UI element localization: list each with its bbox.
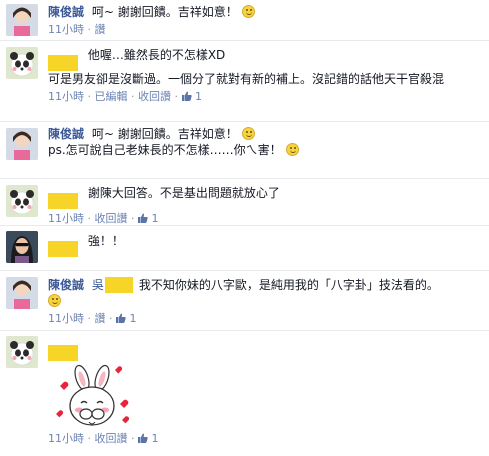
avatar[interactable] (6, 4, 38, 36)
commenter-name-redacted[interactable]: 吳 (48, 55, 78, 71)
comment-meta: 11小時 · 收回讚 · 1 (48, 212, 478, 226)
smile-emoji-icon (241, 5, 255, 18)
avatar[interactable] (6, 336, 38, 368)
timestamp-link[interactable]: 11小時 (48, 23, 84, 36)
thumbs-up-icon (138, 213, 148, 223)
grin-emoji-icon (285, 143, 299, 156)
comment-6: 陳俊誠 吳 我不知你妹的八字歐，是純用我的「八字卦」技法看的。 11小時 · 讚 … (0, 271, 489, 330)
avatar[interactable] (6, 185, 38, 217)
comment-text-line-2-wrap: ps.怎可說自己老妹長的不怎樣……你ㄟ害！ (48, 142, 478, 158)
avatar[interactable] (6, 47, 38, 79)
comment-meta: 11小時 · 讚 · 1 (48, 312, 478, 326)
meta-separator: · (87, 212, 92, 225)
commenter-name-redacted[interactable]: 吳 (48, 193, 78, 209)
comment-3: 陳俊誠 呵~ 謝謝回饋。吉祥如意！ ps.怎可說自己老妹長的不怎樣……你ㄟ害！ (0, 122, 489, 178)
unlike-link[interactable]: 收回讚 (95, 212, 128, 225)
meta-separator: · (87, 23, 92, 36)
thumbs-up-icon (116, 313, 126, 323)
rabbit-sticker-icon (56, 364, 130, 426)
meta-separator: · (87, 312, 92, 325)
comment-meta: 11小時 · 讚 (48, 23, 478, 37)
comment-2: 吳 他喔…雖然長的不怎樣XD 可是男友卻是沒斷過。一個分了就對有新的補上。沒記錯… (0, 41, 489, 121)
comment-text: 強！！ (87, 234, 124, 248)
comment-text-line-2: 可是男友卻是沒斷過。一個分了就對有新的補上。沒記錯的話他天干官殺混 (48, 72, 445, 86)
meta-separator: · (87, 90, 92, 103)
timestamp-link[interactable]: 11小時 (48, 90, 84, 103)
edited-link[interactable]: 已編輯 (95, 90, 128, 103)
meta-separator: · (131, 212, 135, 225)
like-count[interactable]: 1 (152, 212, 159, 225)
commenter-name[interactable]: 陳俊誠 (48, 278, 84, 292)
comment-1: 陳俊誠 呵~ 謝謝回饋。吉祥如意！ 11小時 · 讚 (0, 0, 489, 40)
commenter-name-redacted[interactable]: 張 (48, 241, 78, 257)
comment-text: 呵~ 謝謝回饋。吉祥如意！ (91, 5, 238, 19)
timestamp-link[interactable]: 11小時 (48, 312, 84, 325)
comment-text-line-1: 呵~ 謝謝回饋。吉祥如意！ (91, 127, 238, 141)
comment-text: 謝陳大回答。不是基出問題就放心了 (87, 186, 280, 200)
thumbs-up-icon (181, 91, 192, 101)
comment-meta: 11小時 · 收回讚 · 1 (48, 432, 478, 446)
meta-separator: · (109, 312, 113, 325)
meta-separator: · (174, 90, 179, 103)
mention-redaction (104, 277, 133, 293)
thumbs-up-icon (138, 433, 148, 443)
like-count[interactable]: 1 (195, 90, 202, 103)
commenter-name[interactable]: 陳俊誠 (48, 127, 84, 141)
comment-meta: 11小時 · 已編輯 · 收回讚 · 1 (48, 90, 478, 104)
comment-text-line-2: ps.怎可說自己老妹長的不怎樣……你ㄟ害！ (48, 143, 282, 157)
comment-text: 我不知你妹的八字歐，是純用我的「八字卦」技法看的。 (138, 278, 439, 292)
avatar[interactable] (6, 277, 38, 309)
avatar[interactable] (6, 231, 38, 263)
commenter-name[interactable]: 陳俊誠 (48, 5, 84, 19)
comment-4: 吳 謝陳大回答。不是基出問題就放心了 11小時 · 收回讚 · 1 (0, 179, 489, 225)
like-count[interactable]: 1 (130, 312, 137, 325)
smile-emoji-icon (48, 294, 61, 307)
comment-text-line-1: 他喔…雖然長的不怎樣XD (87, 48, 226, 62)
like-link[interactable]: 讚 (95, 23, 106, 36)
meta-separator: · (131, 90, 135, 103)
comment-5: 張 強！！ (0, 226, 489, 270)
unlike-link[interactable]: 收回讚 (138, 90, 171, 103)
timestamp-link[interactable]: 11小時 (48, 212, 84, 225)
like-link[interactable]: 讚 (95, 312, 106, 325)
mention-link[interactable]: 吳 (92, 278, 104, 292)
smile-emoji-icon (241, 127, 255, 140)
commenter-name-redacted[interactable]: 吳 (48, 345, 78, 361)
like-count[interactable]: 1 (152, 432, 159, 445)
avatar[interactable] (6, 128, 38, 160)
